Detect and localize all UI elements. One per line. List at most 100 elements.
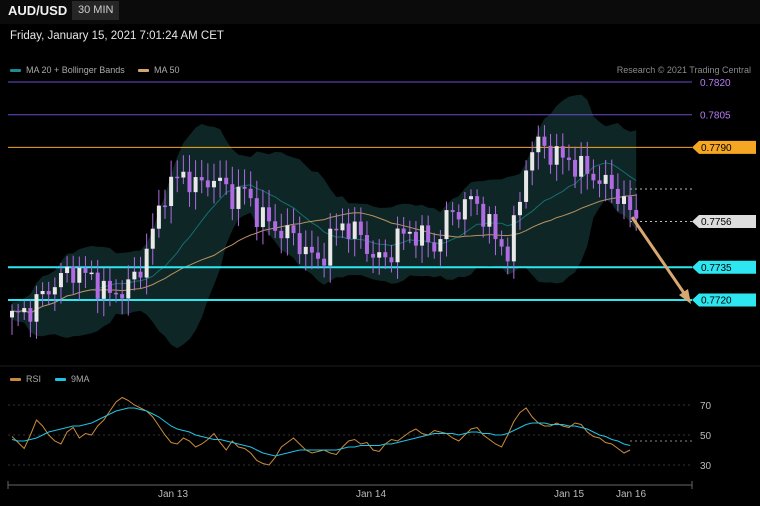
candle-body — [114, 292, 119, 295]
candle-body — [420, 225, 425, 246]
candle-body — [609, 174, 614, 189]
candle-body — [358, 221, 363, 236]
x-tick-label-3: Jan 16 — [616, 489, 646, 500]
rsi-tick-label-1: 50 — [700, 431, 712, 442]
candle-body — [548, 145, 553, 165]
level-label-0: 0.7820 — [700, 78, 731, 89]
candle-body — [71, 266, 76, 283]
candle-body — [554, 146, 559, 165]
candle-body — [615, 188, 620, 204]
candle-body — [187, 171, 192, 193]
candle-body — [469, 196, 473, 200]
level-tag-label-2: 0.7790 — [701, 143, 732, 154]
candle-body — [401, 228, 406, 234]
projection-arrow-head — [679, 289, 691, 304]
candle-body — [444, 210, 449, 240]
price-chart[interactable]: 0.7820 0.7805 0.7790 0.7756 0.7735 0.7720 70 50… — [0, 0, 760, 506]
candle-body — [560, 146, 565, 158]
rsi-line — [11, 396, 631, 466]
candle-body — [395, 228, 400, 263]
candle-body — [101, 280, 106, 299]
candle-body — [334, 228, 339, 231]
candle-body — [579, 155, 584, 177]
candle-body — [432, 242, 437, 252]
candle-body — [95, 272, 100, 299]
candle-body — [511, 215, 516, 262]
candle-body — [126, 279, 131, 299]
level-tag-label-5: 0.7720 — [701, 296, 732, 307]
candle-body — [169, 176, 174, 207]
candle-body — [438, 239, 443, 252]
candle-body — [58, 273, 63, 288]
candle-body — [364, 235, 369, 254]
candle-body — [573, 159, 578, 177]
candle-body — [524, 170, 529, 202]
candle-body — [530, 152, 535, 171]
candle-body — [230, 184, 235, 209]
rsi-tick-label-0: 70 — [700, 401, 712, 412]
candle-body — [199, 177, 204, 181]
candle-body — [481, 203, 486, 227]
rsi-9ma-line — [11, 407, 631, 457]
candle-body — [450, 210, 455, 213]
candle-body — [254, 198, 259, 227]
candle-body — [499, 239, 504, 247]
candle-body — [65, 266, 70, 274]
candle-body — [138, 271, 143, 278]
candle-body — [291, 225, 296, 234]
candle-body — [622, 196, 626, 204]
candle-body — [120, 294, 125, 299]
candle-body — [22, 308, 27, 313]
candle-body — [407, 231, 412, 234]
candle-body — [285, 225, 290, 239]
candle-body — [107, 280, 112, 293]
candle-body — [236, 186, 241, 209]
candle-body — [462, 199, 467, 220]
candle-body — [597, 180, 602, 184]
level-label-1: 0.7805 — [700, 111, 731, 122]
candle-body — [46, 290, 51, 295]
candle-body — [591, 173, 596, 181]
candle-body — [10, 310, 14, 318]
candle-body — [487, 214, 492, 227]
candle-body — [505, 246, 510, 262]
x-tick-label-0: Jan 13 — [158, 489, 188, 500]
candle-body — [475, 196, 480, 204]
candle-body — [77, 267, 82, 283]
candle-body — [389, 257, 394, 263]
candle-body — [426, 225, 431, 243]
candle-body — [156, 205, 161, 229]
candle-body — [628, 196, 633, 210]
candle-body — [248, 188, 253, 199]
rsi-tick-label-2: 30 — [700, 461, 712, 472]
candle-body — [316, 252, 320, 259]
candle-body — [603, 174, 608, 184]
candle-body — [175, 176, 180, 179]
candle-body — [89, 272, 94, 275]
candle-body — [211, 180, 216, 188]
candle-body — [242, 186, 247, 189]
candle-body — [328, 228, 333, 266]
candle-body — [309, 246, 314, 253]
candle-body — [273, 221, 278, 231]
candle-body — [634, 209, 639, 219]
level-tag-label-3: 0.7756 — [701, 217, 732, 228]
candle-body — [536, 136, 541, 153]
candle-body — [28, 308, 33, 322]
candle-body — [303, 246, 308, 255]
candle-body — [377, 252, 382, 258]
candle-body — [40, 290, 45, 295]
candle-body — [585, 155, 590, 174]
candle-body — [517, 201, 522, 216]
candle-body — [413, 231, 418, 246]
candle-body — [542, 136, 547, 146]
candle-body — [279, 230, 284, 239]
candle-body — [340, 223, 345, 231]
candle-body — [383, 252, 388, 258]
candle-body — [352, 221, 357, 239]
candle-body — [150, 228, 155, 249]
candle-body — [34, 294, 39, 322]
projection-arrow — [630, 216, 688, 297]
candle-body — [163, 205, 167, 208]
candle-body — [224, 177, 229, 185]
